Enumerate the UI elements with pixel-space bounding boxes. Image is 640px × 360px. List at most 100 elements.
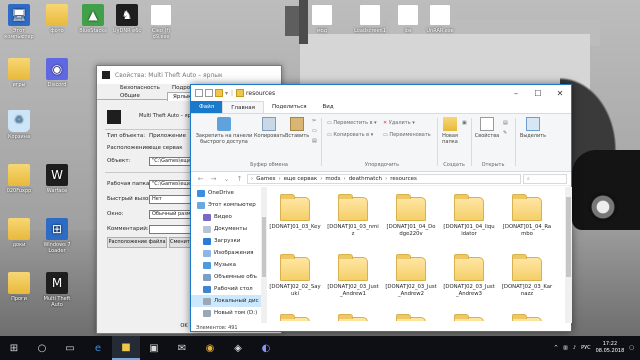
folder-item[interactable]: [DONAT]01_03_Key bbox=[269, 194, 321, 231]
desktop-icon-warface[interactable]: W Warface bbox=[40, 164, 74, 194]
nav-item[interactable]: Загрузки bbox=[191, 235, 261, 247]
delete-button[interactable]: ✕ Удалить ▾ bbox=[383, 120, 415, 126]
move-to-button[interactable]: ▭ Переместить в ▾ bbox=[327, 120, 377, 126]
forward-arrow-icon[interactable]: → bbox=[208, 175, 219, 183]
folder-item[interactable]: [DONAT]02_03_Karnazz bbox=[501, 254, 553, 298]
store-icon[interactable]: ▣ bbox=[140, 336, 168, 360]
close-button[interactable]: ✕ bbox=[549, 85, 571, 101]
mail-icon[interactable]: ✉ bbox=[168, 336, 196, 360]
search-box[interactable]: ⌕ bbox=[523, 173, 567, 184]
pin-button[interactable]: Закрепить на панели быстрого доступа bbox=[194, 117, 254, 145]
folder-item[interactable] bbox=[443, 314, 495, 321]
new-folder-qa-icon[interactable] bbox=[215, 89, 223, 97]
paste-button[interactable]: Вставить bbox=[285, 117, 309, 139]
folder-item[interactable]: [DONAT]02_02_Sayuki bbox=[269, 254, 321, 298]
breadcrumb-item[interactable]: deathmatch bbox=[349, 176, 382, 182]
hotkey-field[interactable]: Нет bbox=[149, 195, 191, 204]
folder-item[interactable]: [DONAT]02_03_Just_Andrew2 bbox=[385, 254, 437, 298]
desktop-icon-uydnr[interactable]: ♞ UyDNR e6c bbox=[110, 4, 144, 34]
tab-view[interactable]: Вид bbox=[315, 101, 342, 113]
nav-item[interactable]: Локальный дис bbox=[191, 295, 261, 307]
tab-home[interactable]: Главная bbox=[222, 101, 264, 113]
folder-item[interactable] bbox=[269, 314, 321, 321]
copy-path-icon[interactable]: ▭ bbox=[312, 128, 317, 134]
network-icon[interactable]: ▥ bbox=[563, 345, 568, 351]
notifications-icon[interactable]: ▢ bbox=[629, 345, 634, 351]
tab-share[interactable]: Поделиться bbox=[264, 101, 315, 113]
desktop-icon-progi[interactable]: Проги bbox=[2, 272, 36, 302]
desktop-icon-computer[interactable]: 🖥 Этот компьютер bbox=[2, 4, 36, 40]
breadcrumb-item[interactable]: Games bbox=[256, 176, 275, 182]
up-arrow-icon[interactable]: ↑ bbox=[234, 175, 245, 183]
select-button[interactable]: Выделить bbox=[518, 117, 548, 139]
desktop-icon-bluestacks[interactable]: ▲ BlueStacks bbox=[76, 4, 110, 34]
nav-item[interactable]: Этот компьютер bbox=[191, 199, 261, 211]
properties-button[interactable]: Свойства bbox=[473, 117, 501, 139]
folder-item[interactable] bbox=[501, 314, 553, 321]
open-icon[interactable]: ▤ bbox=[503, 120, 508, 126]
tab-security[interactable]: Безопасность bbox=[115, 84, 165, 92]
breadcrumb-item[interactable]: еще сервак bbox=[284, 176, 318, 182]
volume-icon[interactable]: ♪ bbox=[573, 345, 576, 351]
edge-icon[interactable]: e bbox=[84, 336, 112, 360]
language-indicator[interactable]: РУС bbox=[581, 345, 591, 351]
edit-icon[interactable]: ✎ bbox=[503, 130, 507, 136]
folder-item[interactable] bbox=[327, 314, 379, 321]
search-taskbar-icon[interactable]: ○ bbox=[28, 336, 56, 360]
desktop-icon-games[interactable]: игры bbox=[2, 58, 36, 88]
folder-item[interactable]: [DONAT]01_04_Rambo bbox=[501, 194, 553, 238]
workdir-field[interactable]: "C:\Games\еще с bbox=[149, 180, 191, 189]
quick-access-icon[interactable] bbox=[195, 89, 203, 97]
nav-scrollbar[interactable] bbox=[261, 187, 267, 323]
breadcrumb-item[interactable]: mods bbox=[325, 176, 340, 182]
desktop-icon-photo[interactable]: фото bbox=[40, 4, 74, 34]
desktop-icon-t4[interactable]: UnRAR.exe bbox=[420, 4, 460, 34]
nav-item[interactable]: OneDrive bbox=[191, 187, 261, 199]
desktop-icon-gta[interactable]: 020Fuxpp bbox=[2, 164, 36, 194]
desktop-icon-t2[interactable]: Loadscreen1 bbox=[350, 4, 390, 34]
breadcrumb[interactable]: › Games › еще сервак › mods › deathmatch… bbox=[247, 173, 521, 184]
ok-button[interactable]: OK bbox=[177, 322, 191, 332]
new-folder-button[interactable]: Новая папка bbox=[439, 117, 461, 145]
clock[interactable]: 17:22 08.05.2018 bbox=[596, 341, 625, 355]
desktop-icon-bin[interactable]: ♻ Корзина bbox=[2, 110, 36, 140]
nav-item[interactable]: Видео bbox=[191, 211, 261, 223]
desktop-icon-cleo[interactable]: Cleo (f) d9.exe bbox=[144, 4, 178, 40]
tab-file[interactable]: Файл bbox=[191, 101, 223, 113]
chrome-icon[interactable]: ◉ bbox=[196, 336, 224, 360]
qa-dropdown-icon[interactable]: ▾ bbox=[225, 90, 228, 97]
folder-item[interactable]: [DONAT]01_03_nmiz bbox=[327, 194, 379, 238]
back-arrow-icon[interactable]: ← bbox=[195, 175, 206, 183]
nav-item[interactable]: Рабочий стол bbox=[191, 283, 261, 295]
folder-item[interactable]: [DONAT]01_04_liquidator bbox=[443, 194, 495, 238]
desktop-icon-mta[interactable]: M Multi Theft Auto bbox=[40, 272, 74, 308]
folder-item[interactable]: [DONAT]02_03_Just_Andrew3 bbox=[443, 254, 495, 298]
discord-taskbar-icon[interactable]: ◐ bbox=[252, 336, 280, 360]
window-select[interactable]: Обычный размер о bbox=[149, 210, 191, 219]
minimize-button[interactable]: – bbox=[505, 85, 527, 101]
folder-item[interactable]: [DONAT]02_03_Just_Andrew1 bbox=[327, 254, 379, 298]
start-button[interactable]: ⊞ bbox=[0, 336, 28, 360]
desktop-icon-discord[interactable]: ◉ Discord bbox=[40, 58, 74, 88]
nav-item[interactable]: Локальный диск bbox=[191, 319, 261, 322]
nav-item[interactable]: Новый том (D:) bbox=[191, 307, 261, 319]
file-explorer-taskbar-icon[interactable]: ■ bbox=[112, 336, 140, 360]
target-field[interactable]: "C:\Games\еще серв bbox=[149, 157, 191, 166]
nav-item[interactable]: Изображения bbox=[191, 247, 261, 259]
folder-item[interactable]: [DONAT]01_04_Dodge220v bbox=[385, 194, 437, 238]
paste-shortcut-icon[interactable]: ▤ bbox=[312, 138, 317, 144]
desktop-icon-docs[interactable]: доки bbox=[2, 218, 36, 248]
rename-button[interactable]: ▭ Переименовать bbox=[383, 132, 431, 138]
folder-item[interactable] bbox=[385, 314, 437, 321]
breadcrumb-item[interactable]: resources bbox=[390, 176, 417, 182]
tab-general[interactable]: Общие bbox=[115, 92, 145, 100]
desktop-icon-windows[interactable]: ⊞ Windows 7 Loader bbox=[40, 218, 74, 254]
comment-field[interactable] bbox=[149, 225, 191, 234]
properties-qa-icon[interactable] bbox=[205, 89, 213, 97]
desktop-icon-t1[interactable]: мод bbox=[302, 4, 342, 34]
task-view-icon[interactable]: ▭ bbox=[56, 336, 84, 360]
maximize-button[interactable]: ☐ bbox=[527, 85, 549, 101]
file-scrollbar[interactable] bbox=[565, 187, 572, 323]
nav-item[interactable]: Документы bbox=[191, 223, 261, 235]
app-icon[interactable]: ◈ bbox=[224, 336, 252, 360]
